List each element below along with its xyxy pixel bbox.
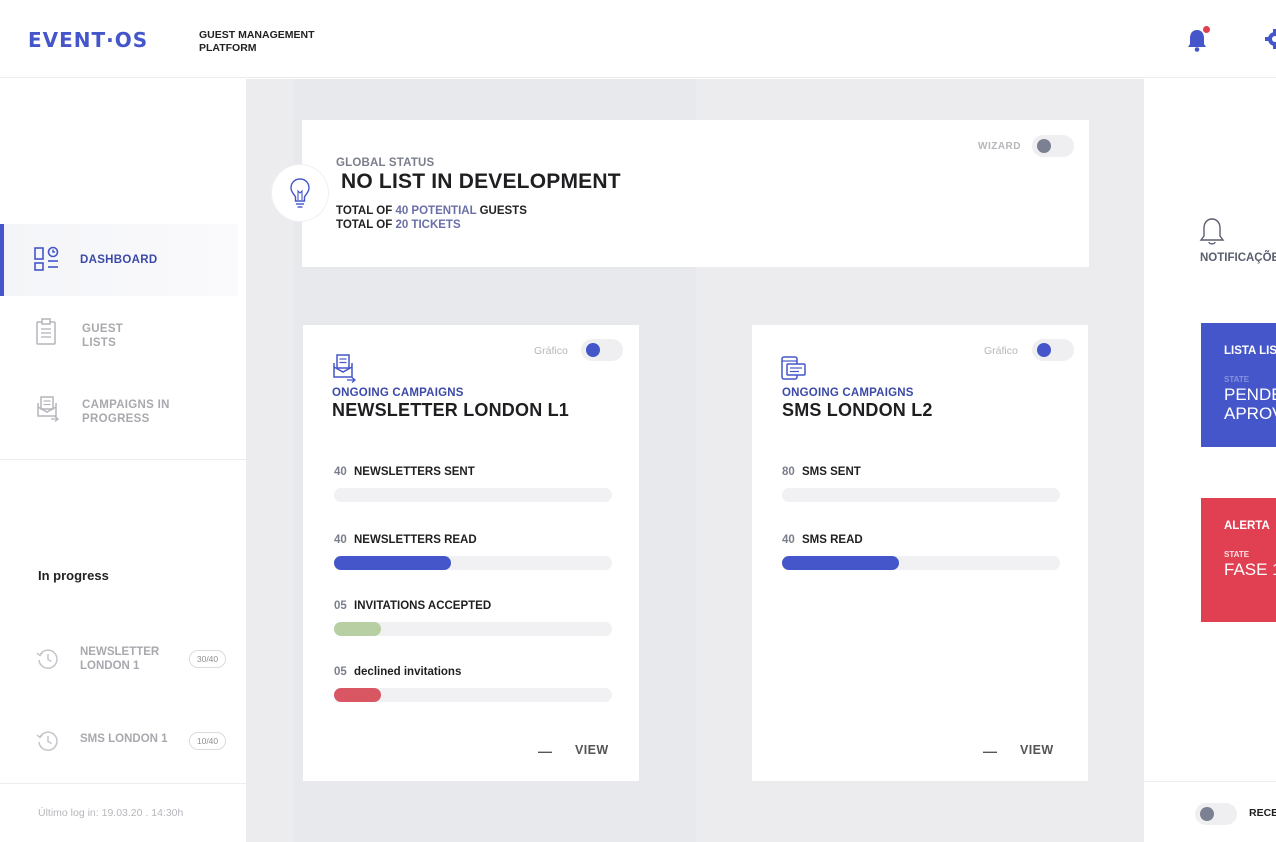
notification-card-state-label: STATE [1224, 550, 1250, 559]
progress-count-badge: 30/40 [189, 650, 226, 668]
metric-bar-fill [334, 622, 382, 636]
lightbulb-icon [290, 178, 310, 208]
graph-toggle-label: Gráfico [534, 345, 568, 357]
notification-card-list[interactable]: LISTA LIS STATE PENDE APROV [1201, 323, 1276, 447]
metric-label: declined invitations [354, 666, 462, 678]
sidebar-item-label: DASHBOARD [80, 254, 158, 266]
potential-guests-line: TOTAL OF 40 POTENTIAL GUESTS [336, 205, 527, 217]
newsletter-icon [333, 354, 357, 383]
last-login-text: Último log in: 19.03.20 . 14:30h [38, 807, 184, 819]
metric-bar [334, 556, 612, 570]
graph-toggle[interactable] [581, 339, 623, 361]
campaign-icon [37, 396, 60, 422]
main-content: GLOBAL STATUS NO LIST IN DEVELOPMENT TOT… [246, 79, 1144, 842]
campaign-card-newsletter: Gráfico ONGOING CAMPAIGNS NEWSLETTER LON… [303, 325, 639, 781]
campaign-subtitle: ONGOING CAMPAIGNS [782, 387, 914, 399]
sidebar-divider [0, 459, 246, 460]
campaign-subtitle: ONGOING CAMPAIGNS [332, 387, 464, 399]
notification-dot [1203, 26, 1210, 33]
in-progress-label: NEWSLETTER LONDON 1 [80, 646, 160, 672]
notification-card-title: ALERTA [1224, 520, 1270, 532]
metric-bar-fill [334, 688, 382, 702]
graph-toggle[interactable] [1032, 339, 1074, 361]
metric-label: NEWSLETTERS SENT [354, 466, 475, 478]
toggle-knob [1200, 807, 1214, 821]
sidebar-item-dashboard[interactable]: DASHBOARD [0, 224, 238, 296]
sidebar: DASHBOARD GUEST LISTS CAMPAIGNS IN PROGR… [0, 79, 246, 842]
notification-card-title: LISTA LIS [1224, 345, 1276, 357]
receive-label: RECE [1249, 807, 1276, 819]
view-button[interactable]: VIEW [575, 743, 609, 757]
notification-card-alert[interactable]: ALERTA STATE FASE 1 [1201, 498, 1276, 622]
in-progress-item[interactable]: NEWSLETTER LONDON 1 30/40 [0, 643, 246, 683]
sidebar-footer-divider [0, 783, 246, 784]
metric-bar [334, 488, 612, 502]
metric-bar-fill [334, 556, 451, 570]
clipboard-icon [36, 318, 56, 345]
receive-toggle[interactable] [1195, 803, 1237, 825]
dashboard-icon [34, 246, 59, 271]
tickets-line: TOTAL OF 20 TICKETS [336, 219, 461, 231]
sidebar-item-guest-lists[interactable]: GUEST LISTS [0, 296, 238, 368]
bell-outline-icon[interactable] [1199, 217, 1225, 247]
metric-bar [334, 622, 612, 636]
toggle-knob [1037, 139, 1051, 153]
metric-label: SMS READ [802, 534, 863, 546]
campaign-title: SMS LONDON L2 [782, 400, 933, 420]
sms-icon [781, 356, 806, 380]
event-os-logo[interactable]: EVENT·OS [28, 28, 148, 52]
toggle-knob [586, 343, 600, 357]
notification-card-state-value: APROV [1224, 404, 1276, 423]
notification-card-state-label: STATE [1224, 375, 1250, 384]
lightbulb-badge [272, 165, 328, 221]
metric-label: INVITATIONS ACCEPTED [354, 600, 492, 612]
sidebar-item-label: CAMPAIGNS IN PROGRESS [82, 399, 170, 425]
platform-title: GUEST MANAGEMENT PLATFORM [199, 29, 315, 54]
collapse-button[interactable]: — [538, 743, 552, 759]
metric-count: 05 [334, 666, 347, 678]
status-title: NO LIST IN DEVELOPMENT [341, 170, 621, 193]
status-subtitle: GLOBAL STATUS [336, 157, 435, 169]
top-header: EVENT·OS GUEST MANAGEMENT PLATFORM [0, 0, 1276, 78]
toggle-knob [1037, 343, 1051, 357]
gear-icon[interactable] [1264, 28, 1276, 50]
metric-bar-fill [782, 556, 899, 570]
metric-label: SMS SENT [802, 466, 861, 478]
campaign-title: NEWSLETTER LONDON L1 [332, 400, 569, 420]
metric-bar [334, 688, 612, 702]
metric-count: 40 [334, 466, 347, 478]
collapse-button[interactable]: — [983, 743, 997, 759]
metric-count: 05 [334, 600, 347, 612]
in-progress-heading: In progress [38, 568, 109, 583]
view-button[interactable]: VIEW [1020, 743, 1054, 757]
wizard-toggle[interactable] [1032, 135, 1074, 157]
metric-label: NEWSLETTERS READ [354, 534, 477, 546]
notification-card-state-value: FASE 1 [1224, 560, 1276, 579]
history-clock-icon [36, 649, 58, 669]
sidebar-item-label: GUEST LISTS [82, 323, 124, 349]
global-status-card: GLOBAL STATUS NO LIST IN DEVELOPMENT TOT… [302, 120, 1089, 267]
metric-bar [782, 556, 1060, 570]
metric-count: 80 [782, 466, 795, 478]
metric-count: 40 [782, 534, 795, 546]
metric-bar [782, 488, 1060, 502]
notification-card-state-value: PENDE [1224, 385, 1276, 404]
progress-count-badge: 10/40 [189, 732, 226, 750]
metric-count: 40 [334, 534, 347, 546]
in-progress-item[interactable]: SMS LONDON 1 10/40 [0, 725, 246, 765]
campaign-card-sms: Gráfico ONGOING CAMPAIGNS SMS LONDON L2 … [752, 325, 1088, 781]
sidebar-item-campaigns[interactable]: CAMPAIGNS IN PROGRESS [0, 372, 238, 444]
history-clock-icon [36, 731, 58, 751]
in-progress-label: SMS LONDON 1 [80, 733, 168, 745]
wizard-label: WIZARD [978, 141, 1021, 152]
graph-toggle-label: Gráfico [984, 345, 1018, 357]
notifications-panel: NOTIFICAÇÕES LISTA LIS STATE PENDE APROV… [1144, 79, 1276, 842]
notifications-label: NOTIFICAÇÕES [1200, 252, 1276, 264]
panel-footer-divider [1144, 781, 1276, 782]
